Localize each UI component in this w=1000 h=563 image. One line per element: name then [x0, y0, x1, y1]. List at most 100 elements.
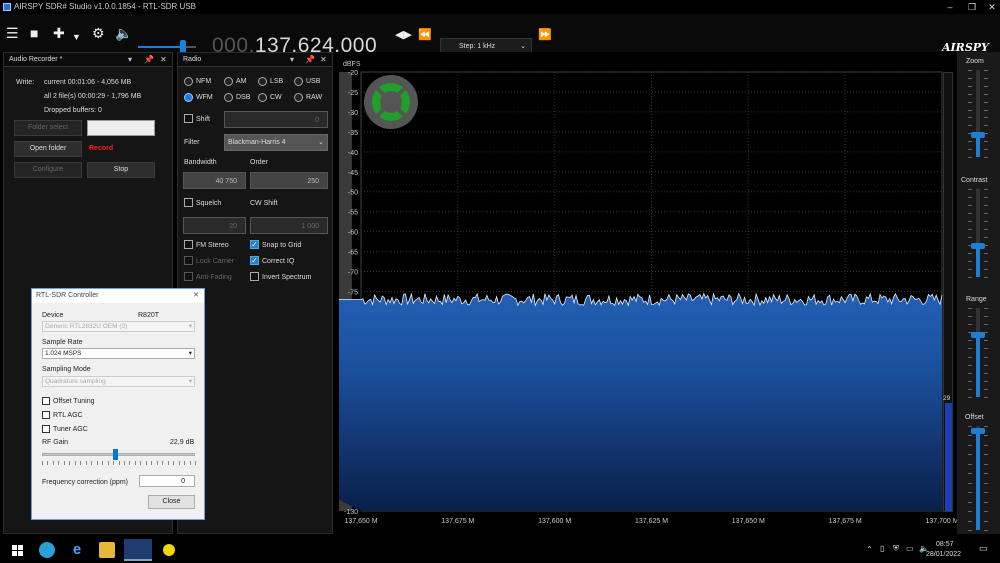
dialog-close-button[interactable]: Close: [148, 495, 195, 509]
y-tick-label: -65: [348, 250, 358, 257]
sampling-mode-label: Sampling Mode: [42, 366, 91, 373]
network-icon[interactable]: ▭: [906, 544, 914, 553]
mode-radio-cw[interactable]: [258, 93, 267, 102]
offset-slider-thumb[interactable]: [971, 428, 985, 435]
cw-shift-field[interactable]: 1 000: [250, 217, 328, 234]
shift-field[interactable]: 0: [224, 111, 328, 128]
mode-radio-lsb[interactable]: [258, 77, 267, 86]
correct-iq-checkbox[interactable]: ✓: [250, 256, 259, 265]
mode-label: NFM: [196, 78, 212, 85]
chevron-down-icon: ▾: [188, 378, 192, 385]
filter-select[interactable]: Blackman-Harris 4 ⌄: [224, 134, 328, 151]
tuner-type: R820T: [138, 312, 160, 319]
rf-gain-slider[interactable]: [42, 449, 195, 460]
mode-radio-nfm[interactable]: [184, 77, 193, 86]
panel-title: Radio: [183, 56, 202, 63]
add-icon[interactable]: ✚: [53, 24, 65, 42]
record-button[interactable]: Record: [89, 145, 113, 152]
rf-gain-value: 22,9 dB: [170, 439, 195, 446]
app-yellow-icon[interactable]: [163, 544, 175, 556]
x-tick-label: 137,675 M: [441, 518, 474, 525]
step-back-icon[interactable]: ⏪: [418, 26, 432, 44]
spectrum-chart[interactable]: -20-25-30-35-40-45-50-55-60-65-70-75-80-…: [0, 52, 959, 534]
rtl-agc-checkbox[interactable]: [42, 411, 50, 419]
chevron-down-icon[interactable]: ▼: [72, 28, 81, 46]
close-icon[interactable]: ✕: [320, 53, 327, 67]
frequency-correction-input[interactable]: 0: [139, 475, 195, 487]
contrast-slider-thumb[interactable]: [971, 243, 985, 250]
offset-slider[interactable]: [971, 426, 985, 530]
rf-gain-slider-thumb[interactable]: [112, 449, 118, 460]
file-explorer-icon[interactable]: [99, 542, 115, 558]
x-tick-label: 137,625 M: [635, 518, 668, 525]
tune-arrows-icon[interactable]: ◀▶: [395, 26, 412, 44]
bandwidth-label: Bandwidth: [184, 159, 217, 166]
range-slider-thumb[interactable]: [971, 331, 985, 338]
bandwidth-field[interactable]: 40 750: [183, 172, 246, 189]
anti-fading-checkbox[interactable]: [184, 272, 193, 281]
zoom-slider[interactable]: [971, 70, 985, 157]
close-icon[interactable]: ✕: [160, 53, 167, 67]
sdrsharp-taskbar-icon[interactable]: [124, 539, 152, 561]
order-field[interactable]: 250: [250, 172, 328, 189]
sample-rate-select[interactable]: 1.024 MSPS ▾: [42, 348, 195, 359]
offset-tuning-checkbox[interactable]: [42, 397, 50, 405]
close-button[interactable]: ✕: [982, 0, 1000, 14]
lock-carrier-checkbox[interactable]: [184, 256, 193, 265]
clock-time[interactable]: 08:57: [936, 541, 954, 548]
anti-fading-label: Anti-Fading: [196, 274, 232, 281]
mode-radio-raw[interactable]: [294, 93, 303, 102]
mode-radio-dsb[interactable]: [224, 93, 233, 102]
snap-to-grid-checkbox[interactable]: ✓: [250, 240, 259, 249]
internet-explorer-icon[interactable]: e: [69, 542, 85, 558]
stop-icon[interactable]: ■: [30, 24, 38, 42]
device-label: Device: [42, 312, 64, 319]
fm-stereo-checkbox[interactable]: [184, 240, 193, 249]
level-meter: 29: [943, 72, 953, 512]
folder-select-button[interactable]: Folder select: [14, 120, 82, 136]
mode-radio-usb[interactable]: [294, 77, 303, 86]
x-tick-label: 137,650 M: [344, 518, 377, 525]
mode-radio-wfm[interactable]: [184, 93, 193, 102]
speaker-icon[interactable]: 🔈: [115, 24, 132, 42]
shift-checkbox[interactable]: [184, 114, 193, 123]
pin-icon[interactable]: 📌: [144, 53, 154, 67]
y-tick-label: -45: [348, 170, 358, 177]
configure-button[interactable]: Configure: [14, 162, 82, 178]
panel-title: Audio Recorder *: [9, 56, 63, 63]
tuner-agc-checkbox[interactable]: [42, 425, 50, 433]
tray-chevron-icon[interactable]: ⌃: [866, 545, 873, 554]
step-forward-icon[interactable]: ⏩: [538, 26, 552, 44]
stop-button[interactable]: Stop: [87, 162, 155, 178]
volume-slider-track[interactable]: [138, 40, 196, 54]
mode-radio-am[interactable]: [224, 77, 233, 86]
invert-spectrum-checkbox[interactable]: [250, 272, 259, 281]
sampling-mode-select[interactable]: Quadrature sampling ▾: [42, 376, 195, 387]
chevron-down-icon: ▾: [188, 323, 192, 330]
pin-icon[interactable]: 📌: [305, 53, 315, 67]
squelch-checkbox[interactable]: [184, 198, 193, 207]
dialog-close-icon[interactable]: ✕: [193, 289, 199, 303]
menu-icon[interactable]: ☰: [6, 24, 19, 42]
zoom-slider-thumb[interactable]: [971, 132, 985, 139]
device-select[interactable]: Generic RTL2832U OEM (0) ▾: [42, 321, 195, 332]
folder-path-field[interactable]: [87, 120, 155, 136]
chevron-down-icon[interactable]: ▾: [290, 53, 294, 67]
squelch-field[interactable]: 20: [183, 217, 246, 234]
clock-date[interactable]: 28/01/2022: [926, 551, 961, 558]
maximize-button[interactable]: ❐: [962, 0, 982, 14]
minimize-button[interactable]: –: [940, 0, 960, 14]
windows-start-icon[interactable]: [10, 542, 26, 558]
shield-icon[interactable]: ⛨: [893, 544, 899, 554]
notification-icon[interactable]: ▭: [979, 543, 988, 554]
usb-icon[interactable]: ▯: [880, 544, 884, 553]
spectrum-panel[interactable]: -20-25-30-35-40-45-50-55-60-65-70-75-80-…: [0, 52, 959, 534]
audio-recorder-header: Audio Recorder * ▾ 📌 ✕: [4, 53, 172, 67]
contrast-slider[interactable]: [971, 189, 985, 277]
range-slider[interactable]: [971, 308, 985, 397]
chevron-down-icon[interactable]: ▾: [128, 53, 132, 67]
gear-icon[interactable]: ⚙: [92, 24, 105, 42]
edge-icon[interactable]: [39, 542, 55, 558]
frequency-correction-label: Frequency correction (ppm): [42, 479, 128, 486]
open-folder-button[interactable]: Open folder: [14, 141, 82, 157]
